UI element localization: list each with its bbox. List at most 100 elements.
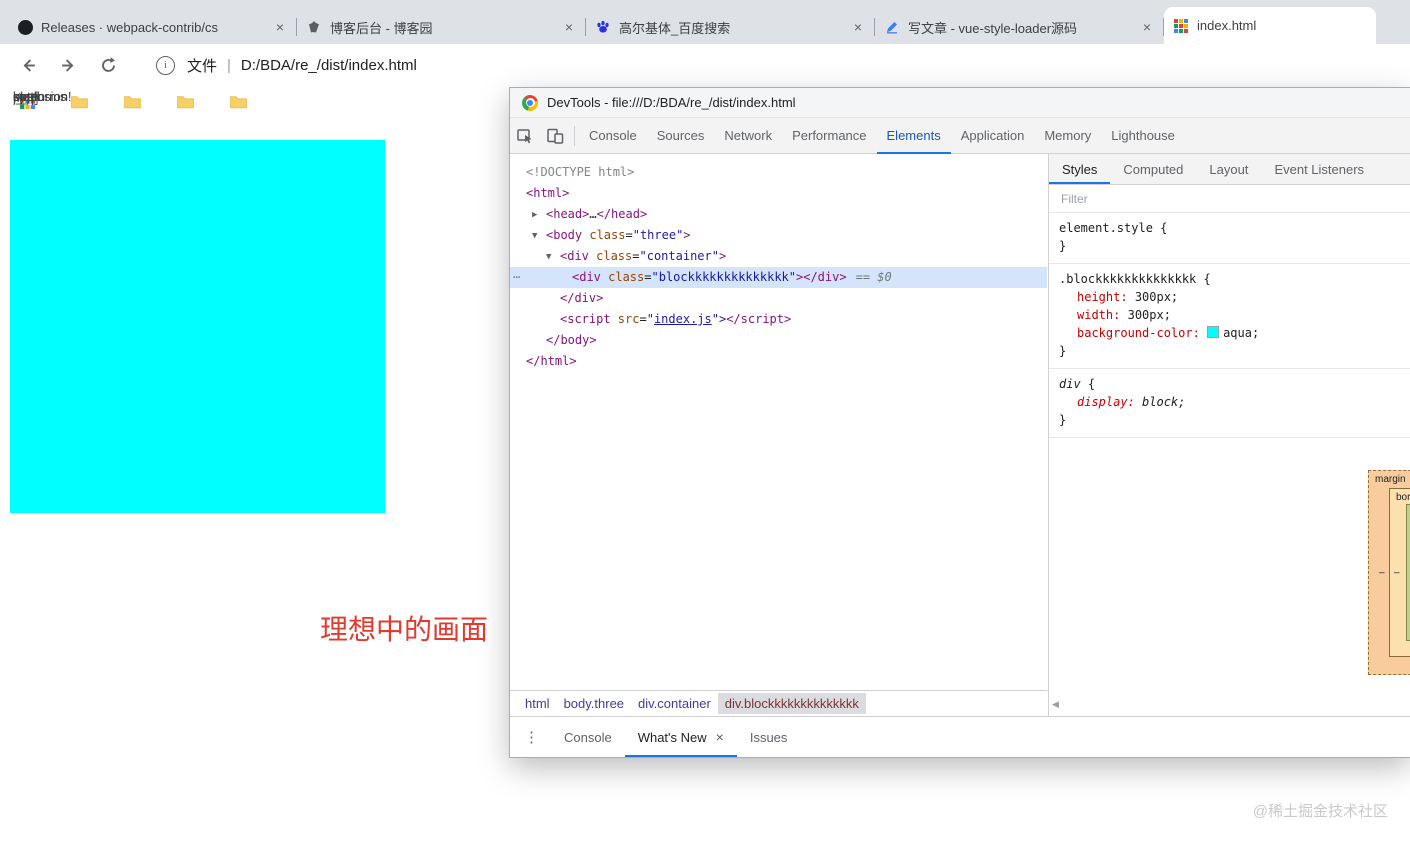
devtools-drawer: ⋮ Console What's New × Issues: [510, 716, 1410, 757]
syntax-token: }: [1059, 413, 1067, 427]
css-property-value[interactable]: 300px;: [1135, 290, 1178, 304]
drawer-tab-console[interactable]: Console: [551, 717, 625, 757]
dom-node-body-close[interactable]: </body>: [510, 330, 1047, 351]
tab-close-icon[interactable]: ×: [273, 19, 287, 35]
css-declaration[interactable]: background-color: aqua;: [1059, 324, 1400, 342]
ideal-caption: 理想中的画面: [320, 614, 489, 645]
tab-title: Releases · webpack-contrib/cs: [41, 19, 219, 35]
page-info-icon[interactable]: i: [156, 55, 175, 75]
dom-node-body-open[interactable]: ▼ <body class="three">: [510, 225, 1047, 246]
aqua-block: [10, 140, 385, 513]
blue-pen-icon: [884, 19, 900, 35]
breadcrumb-html[interactable]: html: [518, 693, 557, 714]
expand-arrow-icon[interactable]: ▼: [546, 247, 560, 268]
dom-node-html-open[interactable]: <html>: [510, 183, 1047, 204]
breadcrumb-body[interactable]: body.three: [557, 693, 631, 714]
devtools-tab-memory[interactable]: Memory: [1034, 118, 1101, 154]
bookmark-folder-koten[interactable]: koten: [13, 89, 194, 114]
syntax-token: <script: [560, 312, 611, 326]
bookmark-folder-explosion[interactable]: explosion!: [13, 89, 141, 114]
margin-value[interactable]: –: [1379, 567, 1385, 578]
sidebar-tab-layout[interactable]: Layout: [1196, 154, 1261, 184]
css-property-name[interactable]: width:: [1077, 308, 1120, 322]
sidebar-tab-computed[interactable]: Computed: [1110, 154, 1196, 184]
browser-tab-baidu[interactable]: 高尔基体_百度搜索 ×: [586, 10, 874, 44]
breadcrumb-container[interactable]: div.container: [631, 693, 718, 714]
dom-node-container-open[interactable]: ▼ <div class="container">: [510, 246, 1047, 267]
drawer-tab-whats-new[interactable]: What's New ×: [625, 717, 737, 757]
devtools-tab-elements[interactable]: Elements: [877, 118, 951, 154]
css-property-name[interactable]: background-color:: [1077, 326, 1200, 340]
devtools-tab-performance[interactable]: Performance: [782, 118, 876, 154]
browser-tab-write-article[interactable]: 写文章 - vue-style-loader源码 ×: [875, 10, 1163, 44]
dom-node-doctype[interactable]: <!DOCTYPE html>: [510, 162, 1047, 183]
elements-tree: <!DOCTYPE html> <html> ▶ <head>…</head> ▼…: [510, 154, 1047, 690]
color-grid-icon: [1173, 18, 1189, 34]
css-property-value[interactable]: aqua;: [1223, 326, 1259, 340]
drawer-tab-issues[interactable]: Issues: [737, 717, 801, 757]
dom-node-script[interactable]: <script src="index.js"></script>: [510, 309, 1047, 330]
inspect-element-button[interactable]: [510, 118, 540, 154]
dom-node-html-close[interactable]: </html>: [510, 351, 1047, 372]
tab-close-icon[interactable]: ×: [851, 19, 865, 35]
css-property-value[interactable]: block;: [1142, 395, 1185, 409]
expand-arrow-icon[interactable]: ▼: [532, 226, 546, 247]
syntax-token: class: [600, 270, 645, 284]
tab-title: index.html: [1197, 18, 1257, 33]
forward-button[interactable]: [58, 55, 78, 75]
css-declaration[interactable]: display: block;: [1059, 393, 1400, 411]
drawer-menu-icon[interactable]: ⋮: [524, 728, 539, 746]
css-selector[interactable]: element.style: [1059, 221, 1153, 235]
devtools-titlebar[interactable]: DevTools - file:///D:/BDA/re_/dist/index…: [510, 88, 1410, 118]
bookmark-folder-spell[interactable]: spell: [13, 89, 88, 114]
guide-dots-icon: ⋯: [513, 270, 521, 284]
browser-tab-cnblogs[interactable]: 博客后台 - 博客园 ×: [297, 10, 585, 44]
styles-filter-input[interactable]: [1059, 190, 1363, 207]
sidebar-tab-event-listeners[interactable]: Event Listeners: [1261, 154, 1377, 184]
css-property-name[interactable]: display:: [1077, 395, 1135, 409]
breadcrumb-block[interactable]: div.blockkkkkkkkkkkkkk: [717, 693, 866, 714]
css-selector[interactable]: .blockkkkkkkkkkkkkk: [1059, 272, 1196, 286]
collapse-arrow-icon[interactable]: ▶: [532, 205, 546, 226]
css-declaration[interactable]: width: 300px;: [1059, 306, 1400, 324]
syntax-token: src: [610, 312, 640, 326]
devtools-tab-application[interactable]: Application: [951, 118, 1035, 154]
css-selector[interactable]: div: [1059, 377, 1081, 391]
border-value[interactable]: –: [1394, 567, 1400, 578]
margin-box[interactable]: margin – border –: [1368, 470, 1410, 675]
tab-close-icon[interactable]: ×: [1140, 19, 1154, 35]
tab-close-icon[interactable]: ×: [562, 19, 576, 35]
css-declaration[interactable]: height: 300px;: [1059, 288, 1400, 306]
devtools-tab-console[interactable]: Console: [579, 118, 647, 154]
box-model[interactable]: margin – border –: [1368, 470, 1410, 675]
tab-title: 博客后台 - 博客园: [330, 20, 433, 36]
styles-hscroll-left-arrow[interactable]: ◀: [1052, 699, 1059, 710]
border-box[interactable]: border –: [1389, 488, 1410, 657]
address-url[interactable]: D:/BDA/re_/dist/index.html: [241, 57, 417, 74]
whats-new-close-icon[interactable]: ×: [716, 729, 724, 745]
bookmark-folder-platforms[interactable]: platforms: [13, 89, 247, 114]
dom-node-container-close[interactable]: </div>: [510, 288, 1047, 309]
syntax-token: {: [1160, 221, 1168, 235]
devtools-tab-lighthouse[interactable]: Lighthouse: [1101, 118, 1185, 154]
color-swatch[interactable]: [1207, 326, 1220, 338]
padding-box[interactable]: [1406, 504, 1410, 641]
browser-tab-github[interactable]: Releases · webpack-contrib/cs ×: [8, 10, 296, 44]
border-label: border: [1396, 492, 1410, 503]
devtools-tab-network[interactable]: Network: [714, 118, 782, 154]
dom-node-head[interactable]: ▶ <head>…</head>: [510, 204, 1047, 225]
device-toolbar-button[interactable]: [540, 118, 570, 154]
tab-title: 写文章 - vue-style-loader源码: [908, 20, 1078, 36]
reload-button[interactable]: [98, 55, 118, 75]
browser-tab-index-html[interactable]: index.html: [1164, 7, 1376, 44]
devtools-tab-sources[interactable]: Sources: [647, 118, 715, 154]
dom-node-block-div-selected[interactable]: ⋯ <div class="blockkkkkkkkkkkkkk"></div> =…: [510, 267, 1047, 288]
back-button[interactable]: [18, 55, 38, 75]
css-property-name[interactable]: height:: [1077, 290, 1128, 304]
script-src-link[interactable]: index.js: [654, 312, 712, 326]
sidebar-tab-styles[interactable]: Styles: [1049, 154, 1110, 184]
devtools-main: <!DOCTYPE html> <html> ▶ <head>…</head> ▼…: [510, 154, 1410, 716]
folder-icon: [177, 95, 194, 114]
css-property-value[interactable]: 300px;: [1128, 308, 1171, 322]
syntax-token: "three": [632, 228, 684, 242]
